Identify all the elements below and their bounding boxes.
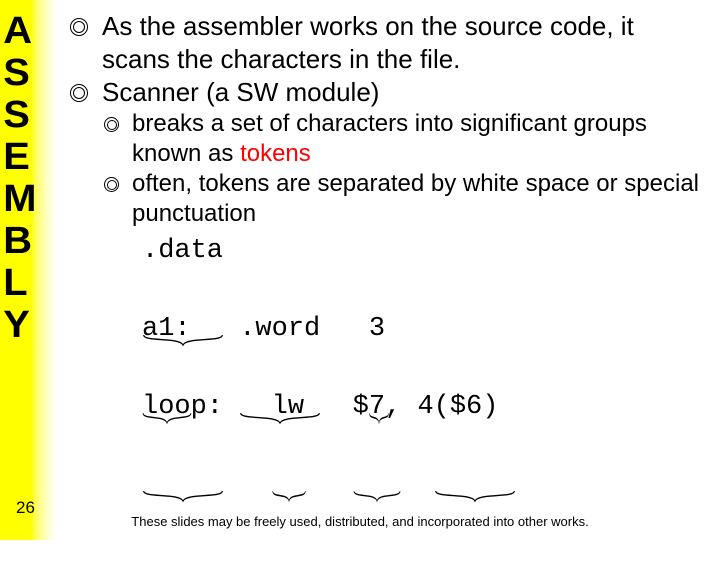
vtitle-letter: Y	[3, 304, 41, 346]
brace-gap	[304, 425, 353, 447]
bullet-item: Scanner (a SW module)	[62, 76, 704, 109]
slide-content: As the assembler works on the source cod…	[62, 10, 704, 447]
code-line: loop: lw $7, 4($6)	[142, 391, 704, 423]
underbrace-icon	[142, 425, 224, 439]
underbrace-icon	[369, 347, 389, 361]
brace-row	[142, 425, 704, 447]
brace-cell	[239, 347, 320, 369]
brace-cell	[353, 425, 402, 447]
code-gap	[320, 313, 369, 345]
code-token: .word	[239, 313, 320, 345]
footer-text: These slides may be freely used, distrib…	[0, 514, 720, 529]
brace-cell	[142, 269, 223, 291]
vtitle-letter: M	[3, 178, 41, 220]
code-line: a1: .word 3	[142, 313, 704, 345]
code-token: 3	[369, 313, 385, 345]
brace-gap	[320, 347, 369, 369]
brace-gap	[401, 425, 433, 447]
bullet-text: Scanner (a SW module)	[102, 77, 379, 107]
bullet-text: often, tokens are separated by white spa…	[132, 170, 699, 227]
code-example: .data a1: .word 3	[142, 235, 704, 447]
vtitle-letter: E	[3, 136, 41, 178]
vtitle-letter: A	[3, 10, 41, 52]
code-token: lw	[272, 391, 304, 423]
underbrace-icon	[353, 425, 401, 439]
bullet-text: breaks a set of characters into signific…	[132, 110, 647, 167]
sub-bullet-item: breaks a set of characters into signific…	[102, 109, 704, 169]
brace-row	[142, 269, 704, 291]
vtitle-letter: B	[3, 220, 41, 262]
underbrace-icon	[142, 269, 224, 283]
code-token: a1:	[142, 313, 191, 345]
brace-gap	[191, 347, 240, 369]
brace-cell	[434, 425, 515, 447]
brace-cell	[369, 347, 385, 369]
vtitle-letter: L	[3, 262, 41, 304]
sub-bullet-item: often, tokens are separated by white spa…	[102, 169, 704, 229]
underbrace-icon	[142, 347, 192, 361]
vtitle-letter: S	[3, 94, 41, 136]
code-gap	[304, 391, 353, 423]
brace-gap	[223, 425, 272, 447]
token-highlight: tokens	[240, 140, 311, 167]
underbrace-icon	[272, 425, 306, 439]
code-line: .data	[142, 235, 704, 267]
code-token: 4($6)	[417, 391, 498, 423]
underbrace-icon	[239, 347, 321, 361]
bullet-item: As the assembler works on the source cod…	[62, 10, 704, 76]
underbrace-icon	[434, 425, 516, 439]
code-gap	[223, 391, 272, 423]
code-token: loop:	[142, 391, 223, 423]
code-gap	[191, 313, 240, 345]
vtitle-letter: S	[3, 52, 41, 94]
sidebar-title-vertical: A S S E M B L Y	[0, 10, 41, 346]
bullet-list-sub: breaks a set of characters into signific…	[102, 109, 704, 229]
code-token: .data	[142, 235, 223, 267]
code-token: $7,	[353, 391, 402, 423]
brace-row	[142, 347, 704, 369]
brace-cell	[272, 425, 304, 447]
brace-cell	[142, 347, 191, 369]
bullet-text: As the assembler works on the source cod…	[102, 11, 634, 74]
bullet-list-top: As the assembler works on the source cod…	[62, 10, 704, 109]
code-gap	[401, 391, 417, 423]
brace-cell	[142, 425, 223, 447]
